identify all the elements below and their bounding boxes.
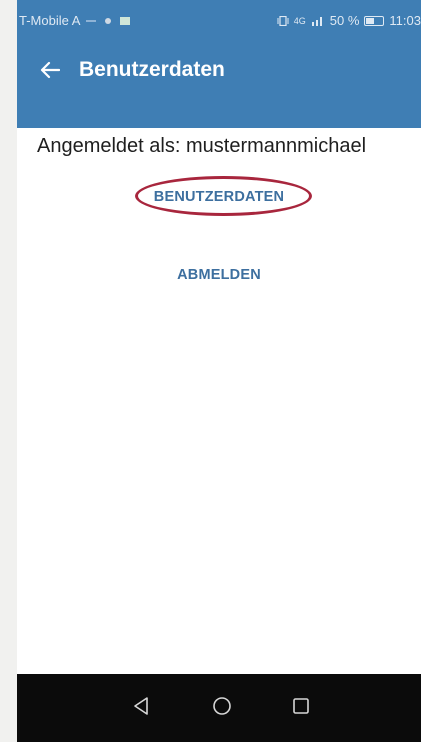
status-left: T-Mobile A [19,13,131,28]
image-notification-icon [120,16,131,25]
status-right: 4G 50 % 11:03 [277,13,421,28]
arrow-left-icon [40,61,60,79]
status-bar: T-Mobile A 4G 50 % 11:03 [17,0,421,40]
nav-home-button[interactable] [202,686,242,726]
back-button[interactable] [35,55,65,85]
notification-icon [86,19,97,22]
navigation-bar [17,674,421,742]
main-content: Angemeldet als: mustermannmichael BENUTZ… [17,128,421,674]
network-type-label: 4G [293,15,306,26]
logout-button[interactable]: ABMELDEN [17,267,421,283]
app-notification-icon [105,17,112,24]
signal-icon [311,17,322,26]
vibrate-icon [277,15,289,26]
app-bar: Benutzerdaten [17,40,421,100]
square-recents-icon [293,698,309,714]
top-bar: T-Mobile A 4G 50 % 11:03 Benutzerdaten [17,0,421,128]
highlight-ring [135,176,312,216]
battery-percent-label: 50 % [329,13,360,28]
page-title: Benutzerdaten [79,58,225,81]
nav-back-button[interactable] [121,686,161,726]
carrier-label: T-Mobile A [19,13,81,28]
circle-home-icon [213,697,231,715]
battery-icon [364,15,385,26]
clock-label: 11:03 [389,13,421,28]
phone-screen: T-Mobile A 4G 50 % 11:03 Benutzerdaten A… [17,0,421,742]
logged-in-text: Angemeldet als: mustermannmichael [37,135,367,157]
nav-recents-button[interactable] [281,686,321,726]
triangle-back-icon [134,697,148,715]
